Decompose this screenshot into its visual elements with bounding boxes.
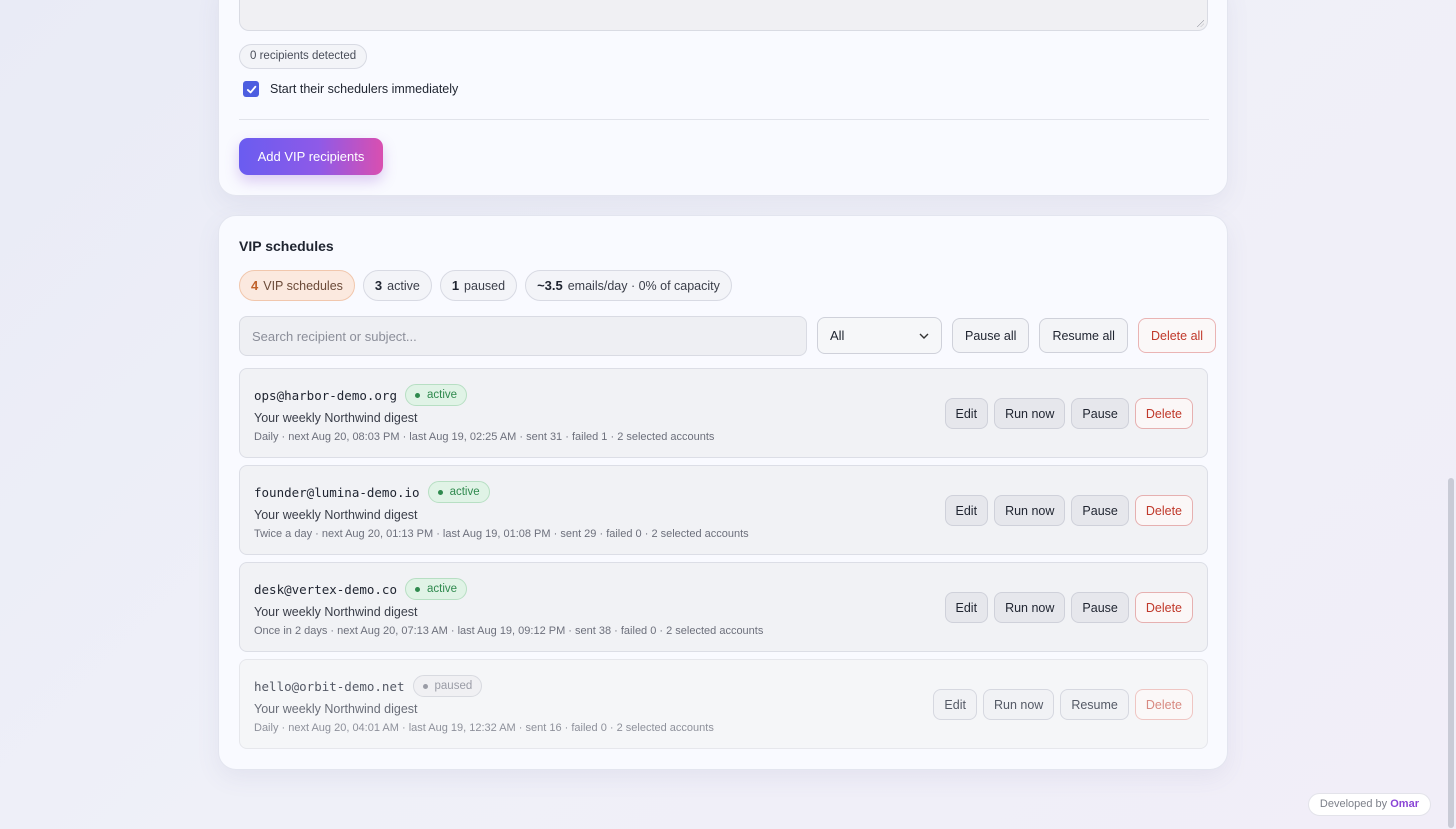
stat-active: 3 active	[362, 270, 432, 301]
status-badge: active	[405, 578, 468, 600]
status-filter-select[interactable]: All	[817, 317, 942, 354]
schedule-row: founder@lumina-demo.io active Your weekl…	[239, 465, 1208, 555]
stat-active-label: active	[387, 279, 420, 293]
schedule-recipient: ops@harbor-demo.org active	[254, 384, 468, 406]
pause-button[interactable]: Pause	[1071, 495, 1129, 526]
status-dot-icon	[415, 586, 420, 592]
edit-button[interactable]: Edit	[933, 689, 977, 720]
checkmark-icon	[246, 85, 256, 93]
schedule-subject: Your weekly Northwind digest	[254, 508, 418, 522]
recipients-detected-badge: 0 recipients detected	[239, 44, 368, 69]
recipient-email: desk@vertex-demo.co	[254, 581, 397, 597]
resume-button[interactable]: Resume	[1060, 689, 1129, 720]
schedule-subject: Your weekly Northwind digest	[254, 605, 418, 619]
schedule-meta: Daily · next Aug 20, 08:03 PM · last Aug…	[254, 431, 715, 443]
stat-total: 4 VIP schedules	[239, 270, 355, 301]
pause-button[interactable]: Pause	[1071, 398, 1129, 429]
edit-button[interactable]: Edit	[944, 398, 989, 429]
status-badge-label: paused	[434, 680, 473, 692]
recipient-email: ops@harbor-demo.org	[254, 387, 397, 403]
status-dot-icon	[415, 392, 420, 398]
status-dot-icon	[422, 683, 428, 689]
status-badge: active	[405, 384, 468, 406]
divider	[239, 119, 1209, 120]
search-input[interactable]	[239, 316, 807, 356]
schedule-row: ops@harbor-demo.org active Your weekly N…	[239, 368, 1208, 458]
stat-emails-value: ~3.5	[537, 278, 563, 293]
status-badge-label: active	[449, 486, 480, 498]
start-immediately-label: Start their schedulers immediately	[270, 82, 459, 96]
status-badge-label: active	[427, 389, 458, 401]
stat-paused: 1 paused	[439, 270, 518, 301]
run-now-button[interactable]: Run now	[994, 398, 1066, 429]
stat-total-label: VIP schedules	[263, 279, 343, 293]
stat-active-value: 3	[374, 278, 383, 293]
start-immediately-checkbox[interactable]	[243, 81, 259, 97]
schedule-subject: Your weekly Northwind digest	[254, 411, 418, 425]
stat-paused-value: 1	[451, 278, 460, 293]
add-vip-recipients-button[interactable]: Add VIP recipients	[239, 138, 383, 175]
vip-schedules-card: VIP schedules 4 VIP schedules 3 active 1 pa…	[218, 215, 1228, 770]
schedule-subject: Your weekly Northwind digest	[254, 702, 418, 716]
run-now-button[interactable]: Run now	[994, 495, 1066, 526]
edit-button[interactable]: Edit	[944, 592, 989, 623]
status-badge: paused	[412, 675, 483, 697]
schedule-row: hello@orbit-demo.net paused Your weekly …	[239, 659, 1208, 749]
schedules-toolbar: All Pause all Resume all Delete all	[239, 316, 1217, 356]
row-actions: Edit Run now Pause Delete	[944, 495, 1193, 526]
status-dot-icon	[437, 489, 443, 495]
page-scrollbar[interactable]	[1448, 478, 1454, 828]
pause-all-button[interactable]: Pause all	[952, 318, 1030, 353]
row-actions: Edit Run now Resume Delete	[933, 689, 1193, 720]
start-immediately-row[interactable]: Start their schedulers immediately	[243, 81, 458, 97]
chevron-down-icon	[919, 333, 929, 339]
schedule-meta: Daily · next Aug 20, 04:01 AM · last Aug…	[254, 722, 714, 734]
stat-total-value: 4	[251, 278, 259, 293]
schedule-recipient: desk@vertex-demo.co active	[254, 578, 468, 600]
run-now-button[interactable]: Run now	[994, 592, 1066, 623]
resume-all-button[interactable]: Resume all	[1039, 318, 1128, 353]
delete-all-button[interactable]: Delete all	[1137, 318, 1217, 353]
status-badge: active	[427, 481, 490, 503]
delete-button[interactable]: Delete	[1134, 495, 1193, 526]
row-actions: Edit Run now Pause Delete	[944, 592, 1193, 623]
add-recipients-card: 0 recipients detected Start their schedu…	[218, 0, 1228, 196]
row-actions: Edit Run now Pause Delete	[944, 398, 1193, 429]
schedule-row: desk@vertex-demo.co active Your weekly N…	[239, 562, 1208, 652]
schedule-meta: Twice a day · next Aug 20, 01:13 PM · la…	[254, 528, 749, 540]
schedule-recipient: hello@orbit-demo.net paused	[254, 675, 483, 697]
delete-button[interactable]: Delete	[1134, 398, 1193, 429]
run-now-button[interactable]: Run now	[982, 689, 1055, 720]
stat-emails-per-day: ~3.5 emails/day · 0% of capacity	[525, 270, 732, 301]
schedule-meta: Once in 2 days · next Aug 20, 07:13 AM ·…	[254, 625, 764, 637]
schedule-recipient: founder@lumina-demo.io active	[254, 481, 490, 503]
delete-button[interactable]: Delete	[1134, 592, 1193, 623]
developed-by-badge[interactable]: Developed by Omar	[1307, 793, 1431, 816]
recipients-textarea[interactable]	[239, 0, 1208, 31]
stat-emails-label: emails/day · 0% of capacity	[567, 279, 720, 293]
status-badge-label: active	[427, 583, 458, 595]
stats-bar: 4 VIP schedules 3 active 1 paused ~3.5 email…	[239, 270, 732, 301]
edit-button[interactable]: Edit	[944, 495, 989, 526]
developed-by-label: Developed by	[1319, 798, 1388, 810]
stat-paused-label: paused	[464, 279, 506, 293]
recipient-email: hello@orbit-demo.net	[254, 678, 405, 694]
author-name[interactable]: Omar	[1390, 798, 1419, 810]
resize-grip-icon[interactable]	[1196, 19, 1204, 27]
delete-button[interactable]: Delete	[1134, 689, 1193, 720]
section-title: VIP schedules	[239, 238, 334, 254]
status-filter-value: All	[830, 328, 845, 343]
recipient-email: founder@lumina-demo.io	[254, 484, 420, 500]
pause-button[interactable]: Pause	[1071, 592, 1129, 623]
